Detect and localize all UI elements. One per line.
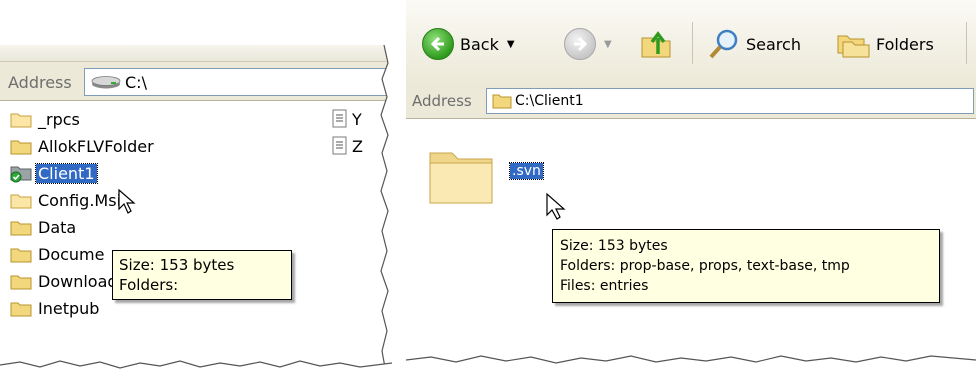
- folder-icon: [10, 140, 32, 155]
- address-input[interactable]: C:\Client1: [486, 88, 974, 114]
- forward-arrow-icon: [564, 28, 596, 60]
- back-label: Back: [460, 34, 499, 54]
- back-button[interactable]: Back ▼: [422, 28, 515, 60]
- svn-folder-icon: [10, 166, 32, 183]
- file-list: _rpcs AllokFLVFolder Client1 Config.Msi: [0, 101, 392, 373]
- large-folder-icon[interactable]: [426, 141, 496, 211]
- item-label: Client1: [35, 162, 98, 184]
- list-item[interactable]: Y: [332, 107, 362, 131]
- item-label: Inetpub: [38, 298, 100, 318]
- item-label: Config.Msi: [38, 190, 122, 210]
- item-label: Y: [352, 109, 362, 129]
- torn-edge: [406, 355, 976, 373]
- address-input[interactable]: C:\: [84, 68, 390, 96]
- folder-icon: [10, 275, 32, 290]
- list-item[interactable]: Downloads: [10, 269, 128, 293]
- folder-icon: [10, 221, 32, 236]
- list-item[interactable]: Inetpub: [10, 296, 101, 320]
- mouse-cursor-icon: [546, 193, 566, 220]
- folder-icon: [10, 302, 32, 317]
- tooltip-folders: Folders: prop-base, props, text-base, tm…: [560, 258, 850, 274]
- item-label: Data: [38, 217, 77, 237]
- toolbar-separator: [692, 22, 693, 64]
- folders-label: Folders: [876, 34, 934, 54]
- torn-edge: [380, 45, 392, 373]
- search-icon: [709, 29, 738, 59]
- list-item[interactable]: Docume: [10, 242, 106, 266]
- tooltip: Size: 153 bytes Folders:: [112, 250, 292, 300]
- back-arrow-icon: [422, 28, 454, 60]
- toolbar: Back ▼ ▼ Search Folders: [406, 0, 976, 85]
- torn-edge: [0, 360, 392, 373]
- tooltip-size: Size: 153 bytes: [119, 256, 235, 274]
- item-label: Docume: [38, 244, 105, 264]
- folder-icon: [10, 194, 32, 209]
- left-explorer-window: Address C:\ _rpcs AllokFLVFolder Client1…: [0, 45, 392, 373]
- folder-icon: [10, 248, 32, 263]
- item-label: Z: [352, 136, 363, 156]
- address-label: Address: [412, 92, 472, 110]
- text-file-icon: [332, 136, 347, 155]
- address-bar: Address C:\Client1: [406, 84, 976, 119]
- address-value: C:\: [125, 73, 147, 92]
- list-item[interactable]: Data: [10, 215, 78, 239]
- list-item[interactable]: AllokFLVFolder: [10, 134, 156, 158]
- folder-icon: [492, 94, 512, 109]
- drive-icon: [91, 76, 121, 89]
- text-file-icon: [332, 109, 347, 128]
- chevron-down-icon[interactable]: ▼: [507, 39, 515, 50]
- folder-name-selected[interactable]: .svn: [509, 162, 544, 180]
- search-label: Search: [746, 34, 801, 54]
- tooltip: Size: 153 bytes Folders: prop-base, prop…: [552, 229, 940, 303]
- folder-icon: [10, 113, 32, 128]
- address-value: C:\Client1: [515, 93, 584, 109]
- item-label: AllokFLVFolder: [38, 136, 154, 156]
- up-folder-button[interactable]: [640, 28, 672, 60]
- toolbar-separator: [966, 22, 967, 64]
- folder-up-icon: [641, 31, 671, 58]
- mouse-cursor-icon: [118, 189, 136, 214]
- tooltip-folders: Folders:: [119, 276, 179, 294]
- tooltip-files: Files: entries: [560, 278, 649, 294]
- address-bar: Address C:\: [0, 62, 392, 101]
- search-button[interactable]: Search: [708, 28, 801, 60]
- list-item[interactable]: Config.Msi: [10, 188, 123, 212]
- item-label: _rpcs: [38, 109, 80, 129]
- chevron-down-icon[interactable]: ▼: [604, 39, 612, 50]
- toolbar-strip: [0, 45, 392, 62]
- tooltip-size: Size: 153 bytes: [560, 238, 668, 254]
- list-item-selected[interactable]: Client1: [10, 161, 98, 185]
- folder-view: .svn Size: 153 bytes Folders: prop-base,…: [406, 119, 976, 373]
- forward-button[interactable]: ▼: [564, 28, 612, 60]
- list-item[interactable]: Z: [332, 134, 363, 158]
- right-explorer-window: Back ▼ ▼ Search Folders Address C:\Clien…: [406, 0, 976, 373]
- address-label: Address: [8, 73, 72, 92]
- folders-icon: [837, 35, 870, 58]
- list-item[interactable]: _rpcs: [10, 107, 82, 131]
- folders-button[interactable]: Folders: [836, 28, 934, 60]
